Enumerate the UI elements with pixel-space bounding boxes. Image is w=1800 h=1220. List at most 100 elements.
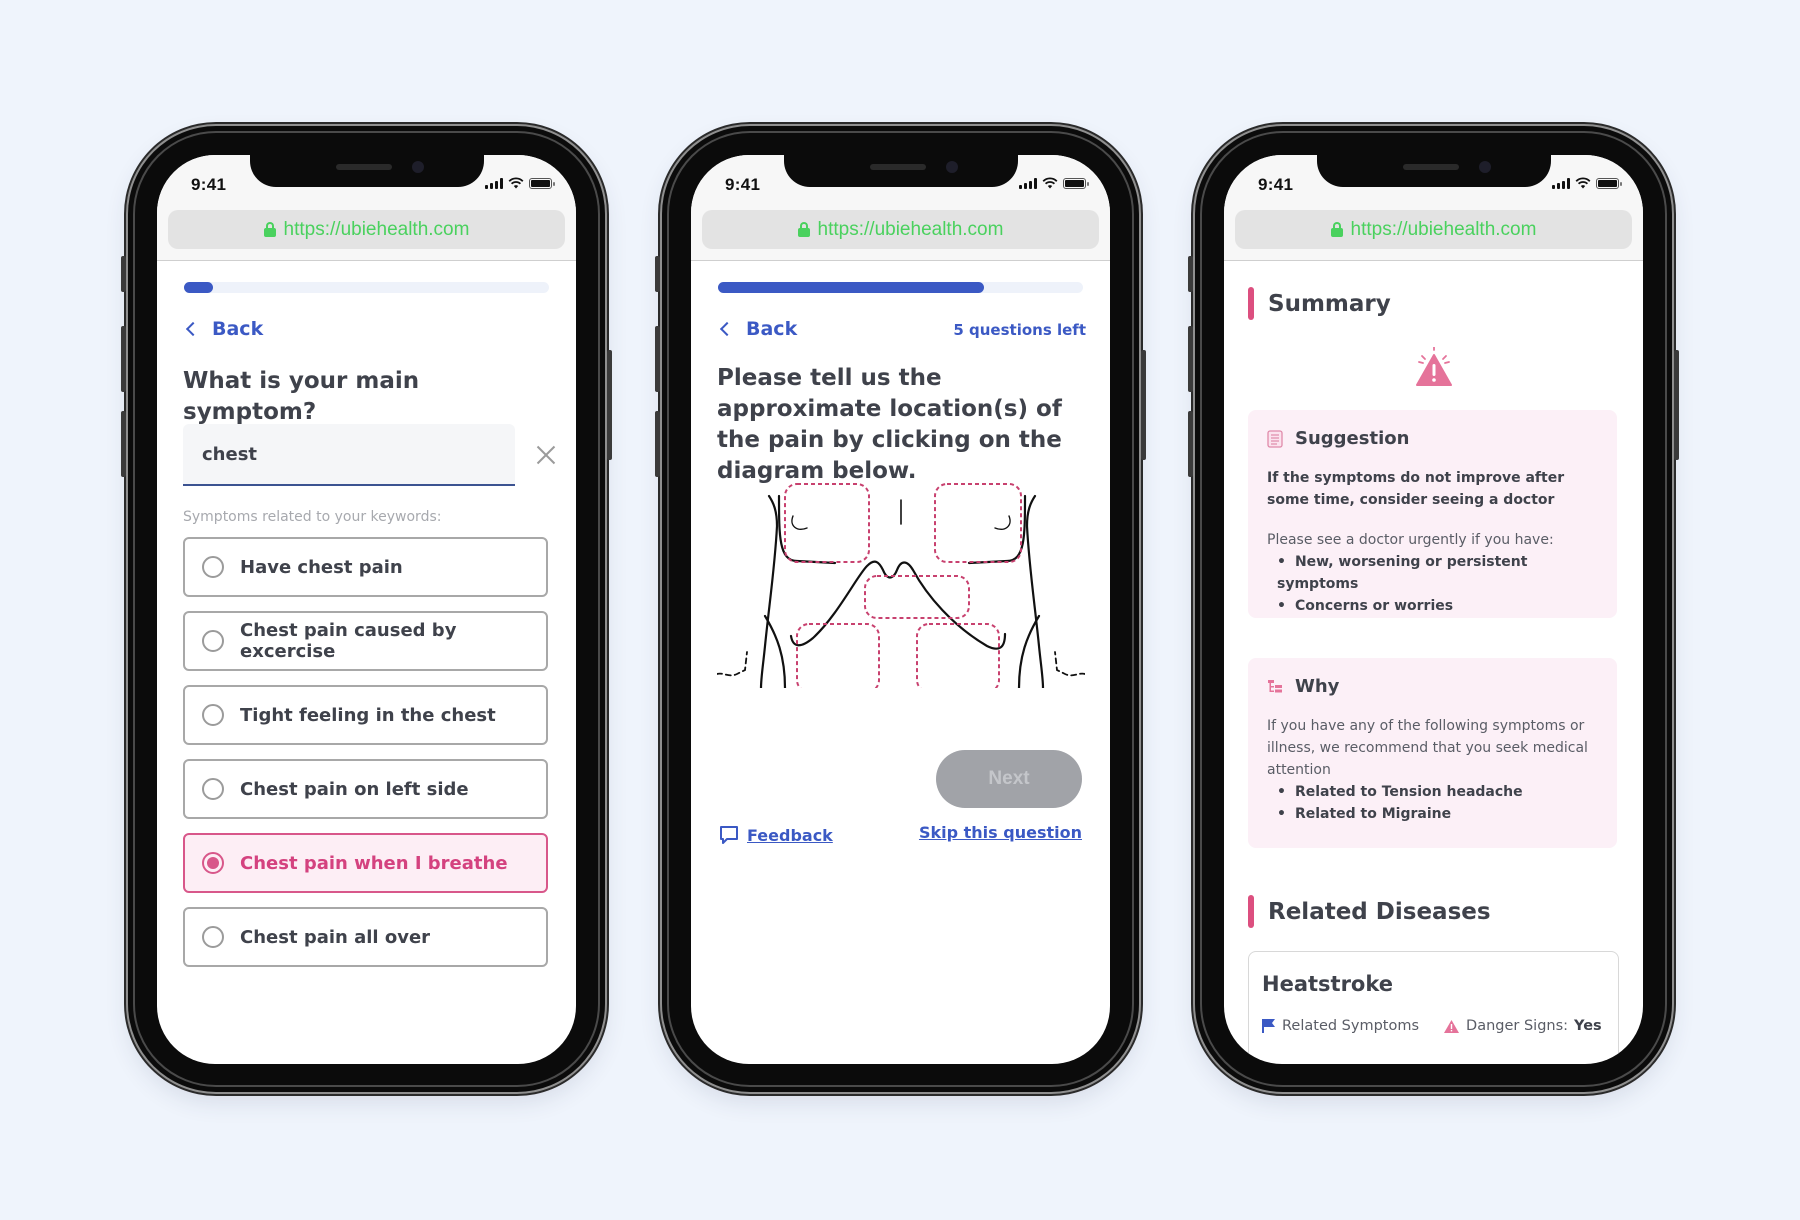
- hierarchy-icon: [1268, 679, 1282, 692]
- chat-bubble-icon: [720, 826, 738, 844]
- wifi-icon: [1042, 177, 1058, 189]
- urgent-list: New, worsening or persistent symptoms Co…: [1267, 551, 1598, 617]
- warning-icon: [1444, 1019, 1460, 1033]
- related-symptoms-label: Related Symptoms: [1282, 1018, 1420, 1034]
- region-upper-left-chest[interactable]: [934, 483, 1022, 563]
- list-item: Related to Tension headache: [1277, 781, 1598, 803]
- option-label: Chest pain on left side: [240, 778, 469, 800]
- list-item: New, worsening or persistent symptoms: [1277, 551, 1598, 595]
- volume-down-button: [655, 411, 660, 477]
- wifi-icon: [1575, 177, 1591, 189]
- screen: 9:41 https://ubiehealth.com Back What is…: [157, 155, 576, 1064]
- why-card: Why If you have any of the following sym…: [1248, 658, 1617, 848]
- phone-pain-location: 9:41 https://ubiehealth.com Back 5 quest…: [655, 126, 1146, 1092]
- phone-symptom-search: 9:41 https://ubiehealth.com Back What is…: [121, 126, 612, 1092]
- phone-summary: 9:41 https://ubiehealth.com Summary Sugg…: [1188, 126, 1679, 1092]
- volume-up-button: [655, 326, 660, 392]
- mute-switch: [121, 256, 126, 292]
- back-label: Back: [746, 318, 798, 340]
- signal-icon: [1019, 177, 1037, 189]
- region-epigastric[interactable]: [864, 575, 970, 619]
- related-title: Related Diseases: [1268, 898, 1491, 925]
- url-text: https://ubiehealth.com: [1350, 218, 1537, 240]
- status-time: 9:41: [1258, 175, 1294, 194]
- flag-icon: [1262, 1019, 1275, 1033]
- signal-icon: [485, 177, 503, 189]
- notch: [1316, 155, 1551, 187]
- search-value: chest: [202, 443, 258, 465]
- related-symptoms-tag: Related Symptoms: [1262, 1018, 1419, 1034]
- close-icon[interactable]: [535, 444, 557, 466]
- arm-left: [717, 651, 748, 677]
- back-button[interactable]: Back: [184, 318, 263, 340]
- progress-fill: [184, 282, 214, 293]
- danger-signs-label: Danger Signs:: [1466, 1018, 1569, 1034]
- skip-question-link[interactable]: Skip this question: [919, 823, 1082, 842]
- power-button: [1674, 350, 1679, 460]
- list-item: Concerns or worries: [1277, 595, 1598, 617]
- option-label: Chest pain caused by excercise: [240, 620, 457, 662]
- radio-icon: [202, 630, 224, 652]
- option-label: Have chest pain: [240, 556, 403, 578]
- symptom-option[interactable]: Have chest pain: [183, 537, 548, 597]
- next-button[interactable]: Next: [936, 750, 1082, 808]
- volume-up-button: [1188, 326, 1193, 392]
- symptom-option[interactable]: Chest pain caused by excercise: [183, 611, 548, 671]
- url-bar[interactable]: https://ubiehealth.com: [168, 210, 565, 249]
- radio-icon: [202, 704, 224, 726]
- feedback-link[interactable]: Feedback: [719, 825, 833, 845]
- mute-switch: [1188, 256, 1193, 292]
- disease-name: Heatstroke: [1262, 972, 1393, 996]
- heading-accent-bar: [1248, 895, 1254, 928]
- danger-signs-tag: Danger Signs: Yes: [1443, 1018, 1602, 1034]
- status-time: 9:41: [191, 175, 227, 194]
- region-lower-right-abdomen[interactable]: [796, 623, 880, 688]
- danger-signs-value: Yes: [1574, 1018, 1602, 1034]
- torso-left-outline: [759, 494, 779, 688]
- torso-right-outline: [1025, 494, 1045, 688]
- body-diagram[interactable]: [717, 466, 1085, 688]
- why-text: If you have any of the following symptom…: [1267, 718, 1588, 778]
- chevron-left-icon: [719, 321, 735, 337]
- region-lower-left-abdomen[interactable]: [916, 623, 1000, 688]
- url-text: https://ubiehealth.com: [283, 218, 470, 240]
- symptom-search-input[interactable]: chest: [183, 424, 515, 486]
- battery-icon: [529, 177, 555, 189]
- mute-switch: [655, 256, 660, 292]
- suggestion-lead: If the symptoms do not improve after som…: [1267, 470, 1565, 508]
- symptom-option-selected[interactable]: Chest pain when I breathe: [183, 833, 548, 893]
- symptom-option[interactable]: Chest pain on left side: [183, 759, 548, 819]
- lock-icon: [263, 222, 276, 237]
- back-button[interactable]: Back: [718, 318, 797, 340]
- url-bar[interactable]: https://ubiehealth.com: [702, 210, 1099, 249]
- symptom-option[interactable]: Tight feeling in the chest: [183, 685, 548, 745]
- volume-down-button: [121, 411, 126, 477]
- document-list-icon: [1267, 429, 1283, 448]
- volume-up-button: [121, 326, 126, 392]
- lock-icon: [1330, 222, 1343, 237]
- option-label: Chest pain when I breathe: [240, 852, 508, 874]
- radio-checked-icon: [202, 852, 224, 874]
- region-upper-right-chest[interactable]: [784, 483, 870, 563]
- radio-icon: [202, 926, 224, 948]
- url-text: https://ubiehealth.com: [817, 218, 1004, 240]
- why-list: Related to Tension headache Related to M…: [1267, 781, 1598, 825]
- related-diseases-heading: Related Diseases: [1248, 895, 1491, 928]
- progress-fill: [718, 282, 985, 293]
- questions-left: 5 questions left: [953, 321, 1086, 339]
- wifi-icon: [508, 177, 524, 189]
- symptom-option[interactable]: Chest pain all over: [183, 907, 548, 967]
- power-button: [1141, 350, 1146, 460]
- symptom-options: Have chest pain Chest pain caused by exc…: [183, 537, 548, 981]
- screen: 9:41 https://ubiehealth.com Summary Sugg…: [1224, 155, 1643, 1064]
- disease-card[interactable]: Heatstroke Related Symptoms Danger Signs…: [1248, 951, 1619, 1064]
- signal-icon: [1552, 177, 1570, 189]
- power-button: [607, 350, 612, 460]
- keyword-hint: Symptoms related to your keywords:: [183, 509, 442, 525]
- notch: [249, 155, 484, 187]
- volume-down-button: [1188, 411, 1193, 477]
- url-bar[interactable]: https://ubiehealth.com: [1235, 210, 1632, 249]
- summary-heading: Summary: [1248, 287, 1391, 320]
- chevron-left-icon: [185, 321, 201, 337]
- feedback-label: Feedback: [747, 825, 833, 845]
